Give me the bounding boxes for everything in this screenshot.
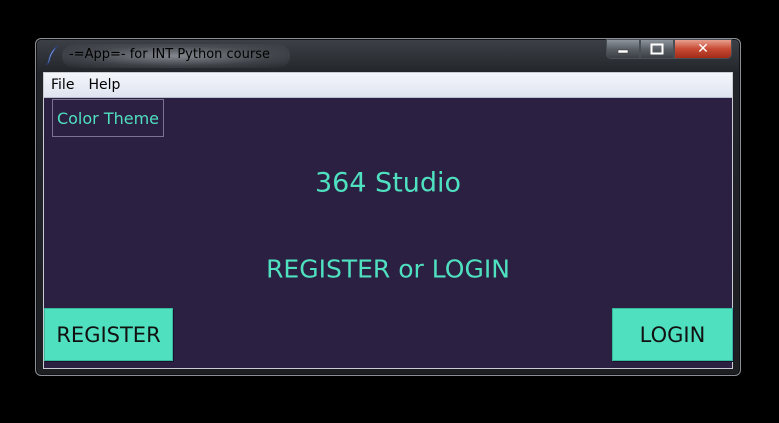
menu-bar: File Help: [44, 73, 732, 98]
title-bar[interactable]: -=App=- for INT Python course ✕: [36, 39, 740, 71]
minimize-icon: [617, 49, 629, 54]
page-subtitle: REGISTER or LOGIN: [266, 254, 510, 284]
register-button[interactable]: REGISTER: [44, 308, 173, 361]
close-icon: ✕: [697, 41, 709, 57]
window-title: -=App=- for INT Python course: [69, 47, 270, 62]
maximize-icon: [650, 43, 664, 55]
maximize-button[interactable]: [640, 39, 674, 59]
minimize-button[interactable]: [606, 39, 640, 59]
menu-file[interactable]: File: [44, 77, 81, 93]
close-button[interactable]: ✕: [674, 39, 732, 59]
app-window: -=App=- for INT Python course ✕ File Hel…: [35, 38, 741, 376]
login-button[interactable]: LOGIN: [612, 308, 733, 361]
color-theme-button[interactable]: Color Theme: [52, 99, 164, 137]
client-area: File Help Color Theme 364 Studio REGISTE…: [43, 72, 733, 369]
page-title: 364 Studio: [314, 167, 462, 199]
menu-help[interactable]: Help: [81, 77, 127, 93]
caption-buttons: ✕: [606, 39, 734, 61]
feather-icon: [45, 45, 59, 65]
